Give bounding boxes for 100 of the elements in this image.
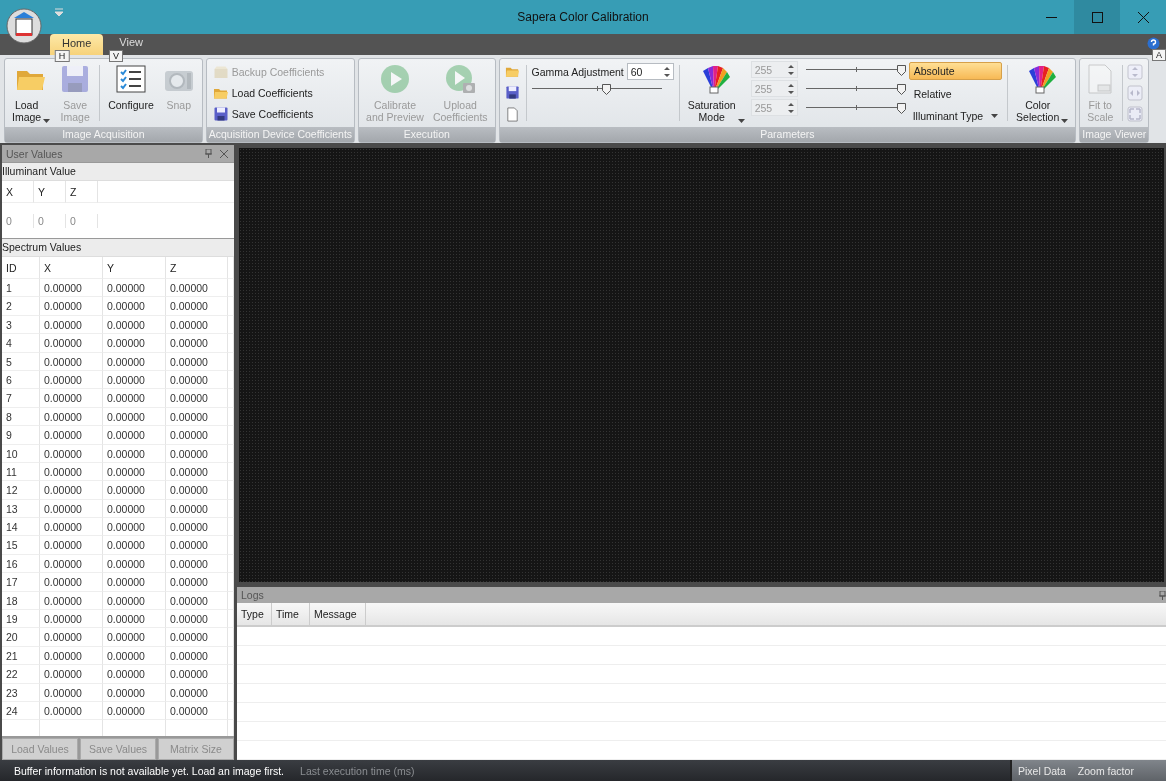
table-cell: 0.00000 [40,426,103,445]
table-cell: 0.00000 [40,591,103,611]
table-cell: 0.00000 [166,628,228,647]
page-icon [504,106,520,122]
table-cell: 20 [2,628,40,647]
table-cell: 0.00000 [40,444,103,463]
window-title: Sapera Color Calibration [516,10,650,24]
illuminant-type-dropdown[interactable]: Illuminant Type [908,108,1003,124]
table-cell: 17 [2,573,40,592]
execution-time-label: Last execution time (ms) [299,764,416,777]
table-cell: 0.00000 [103,426,166,445]
table-cell: 0.00000 [40,499,103,519]
play-icon [379,63,411,95]
slider-track[interactable] [805,84,906,93]
table-cell: 0.00000 [166,352,228,371]
ribbon-button[interactable]: Configure [105,61,157,125]
table-cell: 0.00000 [40,518,103,537]
table-cell: 0.00000 [40,481,103,500]
spin-arrows-icon [663,66,670,77]
pane-title: Logs [241,589,265,601]
slider-track[interactable] [805,65,906,74]
key-tip-tooltip: H [54,50,70,62]
table-cell: 13 [2,499,40,519]
table-cell: 0.00000 [166,610,228,629]
table-cell: 0.00000 [40,297,103,316]
help-icon[interactable] [1147,37,1160,50]
group-title: Image Acquisition [5,127,202,142]
table-cell: 0.00000 [166,536,228,555]
column-header: X [40,257,103,279]
close-icon [1137,11,1149,23]
table-cell: 0.00000 [103,518,166,537]
minimize-icon [1045,16,1057,18]
table-cell: 0.00000 [40,334,103,353]
table-cell: 0.00000 [166,426,228,445]
ribbon-button[interactable]: Load Image [9,61,54,125]
checklist-icon [114,63,147,95]
column-header: Z [66,181,98,203]
table-cell: 0.00000 [103,297,166,316]
table-cell: 0.00000 [40,646,103,666]
table-cell: 0.00000 [40,610,103,629]
table-cell: 1 [2,279,40,298]
table-cell: 0.00000 [166,407,228,427]
table-cell: 5 [2,352,40,371]
ribbon-tab[interactable]: View [107,34,155,49]
table-cell: 0.00000 [166,389,228,408]
table-cell: 0.00000 [103,610,166,629]
table-cell: 0.00000 [166,481,228,500]
table-cell: 0.00000 [103,481,166,500]
pin-icon[interactable] [205,149,212,158]
table-cell: 4 [2,334,40,353]
table-cell: 0.00000 [40,315,103,335]
ribbon-button[interactable]: Load Coefficients [210,84,327,102]
table-cell: 0.00000 [103,554,166,574]
table-cell: 0.00000 [103,279,166,298]
table-cell: 0.00000 [40,407,103,427]
table-cell: 0.00000 [166,279,228,298]
table-cell: 0.00000 [103,536,166,555]
table-cell: 0.00000 [40,279,103,298]
table-cell: 0 [66,213,98,228]
table-cell: 22 [2,665,40,684]
slider-track[interactable] [805,103,906,112]
table-cell: 0.00000 [40,702,103,721]
ribbon-button[interactable]: Saturation Mode [684,61,748,125]
option-button[interactable]: Relative [908,85,1003,103]
maximize-icon [1091,11,1103,23]
table-cell: 0.00000 [40,628,103,647]
table-cell: 0 [34,213,66,228]
table-cell: 0.00000 [40,683,103,702]
status-field: Pixel Data [1018,764,1066,777]
number-spinner[interactable]: 60 [626,63,674,80]
icon-button[interactable] [503,84,521,102]
table-cell: 0.00000 [166,554,228,574]
gamma-label: Gamma Adjustment [531,65,624,78]
key-tip-tooltip: A [1152,49,1166,61]
ribbon-button[interactable]: Save Coefficients [210,105,327,124]
table-cell: 0 [2,213,34,228]
table-cell: 0.00000 [103,702,166,721]
table-cell: 0.00000 [103,628,166,647]
option-button[interactable]: Absolute [908,62,1003,80]
table-cell: 0.00000 [103,407,166,427]
slider-thumb[interactable] [601,84,611,95]
column-header: ID [2,257,40,279]
ribbon-button[interactable]: Color Selection [1013,61,1072,125]
pin-icon[interactable] [1159,590,1166,600]
column-header: X [2,181,34,203]
table-cell: 3 [2,315,40,335]
close-icon[interactable] [220,149,228,158]
table-cell: 0.00000 [103,591,166,611]
status-message: Buffer information is not available yet. Load an image first. [13,764,285,777]
table-cell: 0.00000 [166,462,228,482]
maximize-button[interactable] [1074,0,1120,34]
pane-title: User Values [6,147,64,160]
table-cell: 8 [2,407,40,427]
table-cell: 0.00000 [166,499,228,519]
status-field: Zoom factor [1077,764,1134,777]
table-cell: 0.00000 [103,499,166,519]
slider-track[interactable] [531,84,662,93]
table-cell: 0.00000 [40,352,103,371]
table-cell: 0.00000 [103,352,166,371]
table-cell: 9 [2,426,40,445]
